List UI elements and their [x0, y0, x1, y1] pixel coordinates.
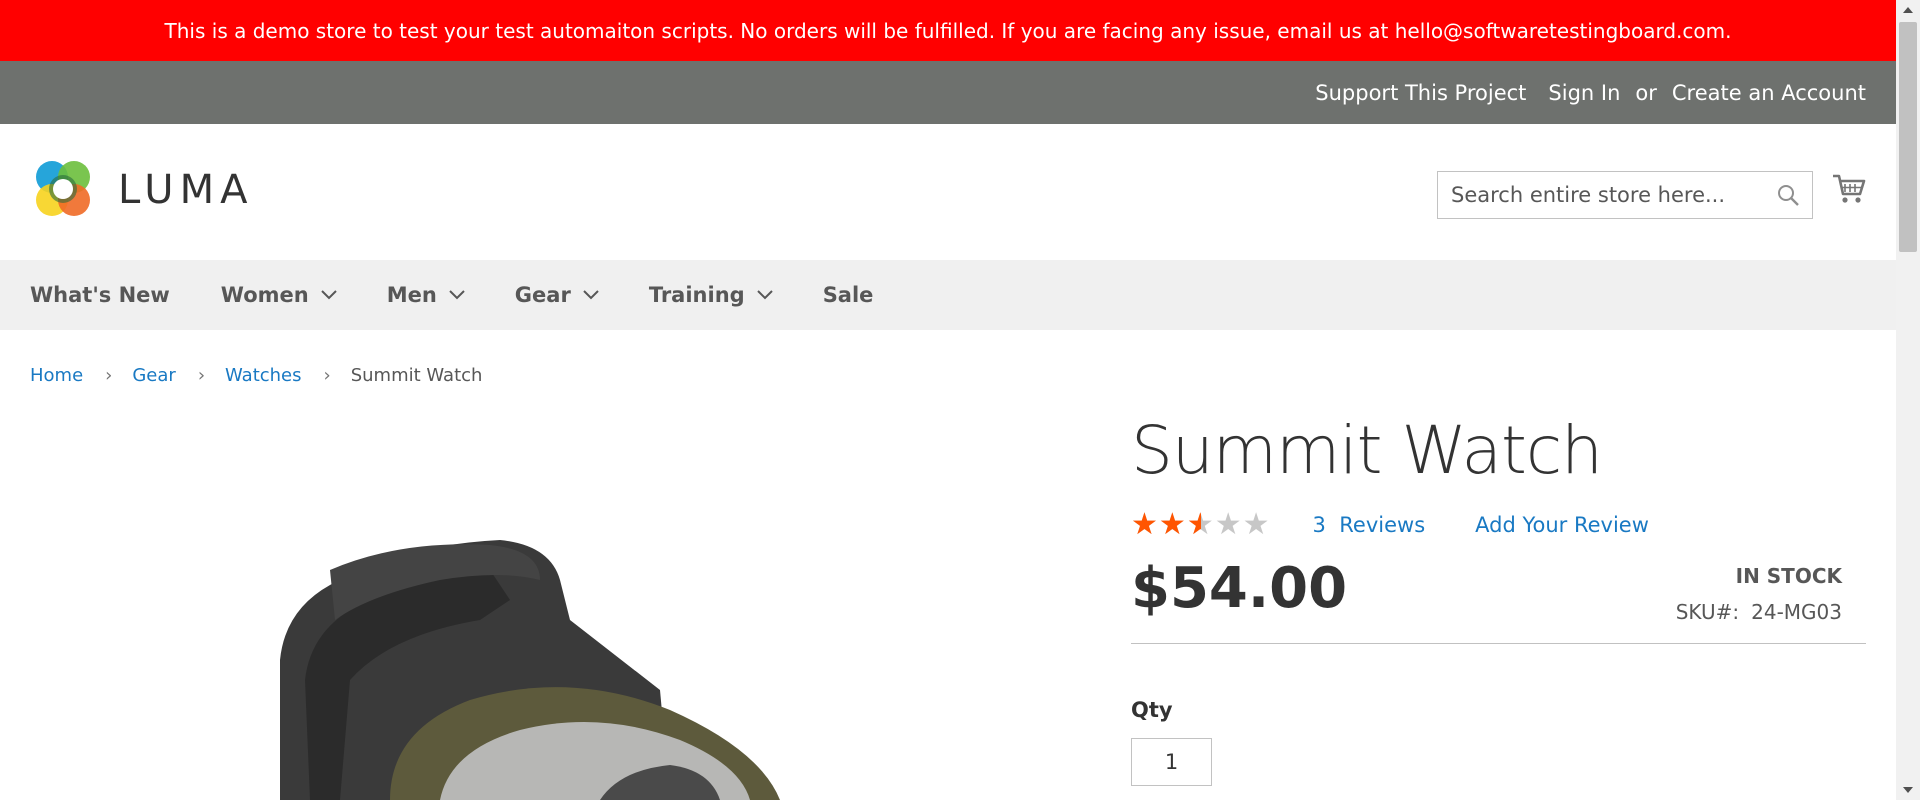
product-sku: SKU#: 24-MG03 [1676, 600, 1842, 624]
sku-label: SKU#: [1675, 600, 1740, 624]
main-navigation: What's New Women Men Gear Training Sale [0, 260, 1896, 330]
nav-item-women[interactable]: Women [221, 283, 337, 307]
breadcrumb-gear[interactable]: Gear [132, 365, 175, 386]
rating-stars: ★ ★ ★ ★ ★ ★ ★ ★ ★ ★ [1131, 510, 1271, 540]
luma-logo-icon [36, 161, 90, 216]
search-input[interactable] [1438, 172, 1758, 218]
nav-item-label: What's New [30, 283, 170, 307]
breadcrumb-home[interactable]: Home [30, 365, 83, 386]
vertical-scrollbar[interactable] [1896, 0, 1920, 800]
star-filled-icon: ★ [1131, 510, 1158, 540]
create-account-link[interactable]: Create an Account [1672, 81, 1866, 105]
sign-in-link[interactable]: Sign In [1548, 81, 1620, 105]
rating-fill: ★ ★ ★ ★ ★ [1131, 510, 1201, 540]
nav-item-whats-new[interactable]: What's New [30, 283, 170, 307]
search-icon[interactable] [1776, 183, 1800, 211]
product-price: $54.00 [1131, 556, 1348, 621]
watch-image [280, 540, 780, 800]
scroll-down-arrow-icon[interactable] [1896, 780, 1920, 800]
nav-item-men[interactable]: Men [387, 283, 465, 307]
nav-item-training[interactable]: Training [649, 283, 773, 307]
nav-item-label: Men [386, 283, 437, 307]
sku-value: 24-MG03 [1751, 600, 1842, 624]
demo-notice-text: This is a demo store to test your test a… [164, 18, 1732, 43]
breadcrumb-separator-icon: › [105, 365, 113, 386]
rating-summary: ★ ★ ★ ★ ★ ★ ★ ★ ★ ★ 3 Reviews Add Your R… [1131, 510, 1649, 540]
logo-text: LUMA [118, 167, 254, 213]
demo-notice-banner: This is a demo store to test your test a… [0, 0, 1896, 61]
search-box [1437, 171, 1813, 219]
header-content: LUMA [0, 124, 1896, 260]
or-text: or [1635, 80, 1657, 105]
shopping-cart-icon[interactable] [1832, 173, 1866, 209]
star-filled-icon: ★ [1186, 510, 1201, 540]
product-page: This is a demo store to test your test a… [0, 0, 1920, 800]
chevron-down-icon [583, 290, 599, 300]
divider [1131, 643, 1866, 644]
nav-item-label: Women [220, 283, 309, 307]
page-title: Summit Watch [1131, 412, 1603, 489]
breadcrumb-watches[interactable]: Watches [225, 365, 302, 386]
nav-item-label: Gear [514, 283, 571, 307]
qty-input[interactable] [1131, 738, 1212, 786]
star-icon: ★ [1242, 507, 1270, 542]
nav-item-sale[interactable]: Sale [823, 283, 874, 307]
nav-item-label: Sale [822, 283, 874, 307]
chevron-down-icon [449, 290, 465, 300]
qty-label: Qty [1131, 698, 1173, 722]
star-filled-icon: ★ [1158, 510, 1186, 540]
chevron-down-icon [320, 290, 337, 300]
stock-status: In stock [1735, 564, 1842, 588]
chevron-down-icon [756, 290, 773, 300]
breadcrumb-separator-icon: › [197, 365, 206, 386]
reviews-link[interactable]: 3 Reviews [1313, 513, 1426, 537]
nav-item-label: Training [648, 283, 745, 307]
breadcrumb-current: Summit Watch [350, 365, 483, 386]
support-project-link[interactable]: Support This Project [1315, 81, 1526, 105]
logo[interactable]: LUMA [30, 157, 253, 223]
breadcrumb-separator-icon: › [323, 365, 331, 386]
add-review-link[interactable]: Add Your Review [1475, 513, 1649, 537]
panel-header: Support This Project Sign In or Create a… [0, 61, 1896, 124]
product-image[interactable] [240, 540, 860, 800]
breadcrumb: Home › Gear › Watches › Summit Watch [30, 365, 482, 386]
scroll-up-arrow-icon[interactable] [1896, 0, 1920, 20]
viewport: This is a demo store to test your test a… [0, 0, 1896, 800]
scrollbar-thumb[interactable] [1899, 22, 1917, 252]
nav-item-gear[interactable]: Gear [515, 283, 599, 307]
reviews-count: 3 [1312, 513, 1326, 537]
reviews-label: Reviews [1339, 513, 1426, 537]
star-icon: ★ [1214, 507, 1242, 542]
